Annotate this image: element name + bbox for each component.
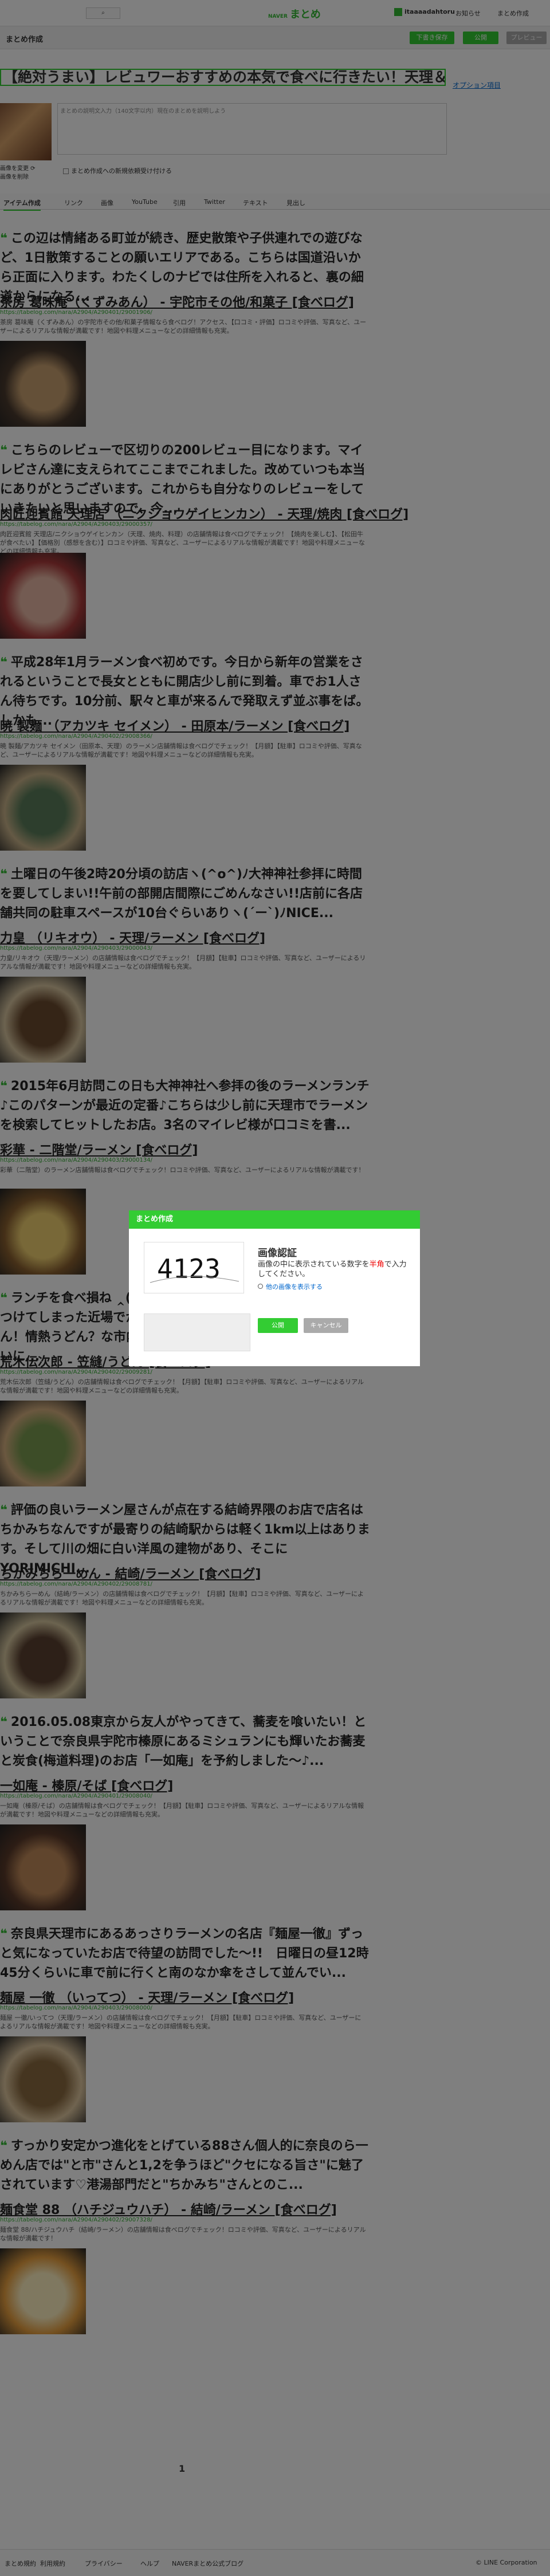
- captcha-drawing: 4123: [150, 1253, 239, 1284]
- half-width-emphasis: 半角: [369, 1260, 384, 1269]
- captcha-image: 4123: [144, 1242, 244, 1293]
- captcha-instruction: 画像の中に表示されている数字を半角で入力してください。: [258, 1260, 407, 1279]
- cancel-button[interactable]: キャンセル: [304, 1318, 348, 1333]
- captcha-label: 画像認証: [258, 1248, 297, 1259]
- refresh-icon: [258, 1284, 263, 1289]
- page: ⌕ NAVERまとめ itaaaadahtoru お知らせ まとめ作成 まとめ作…: [0, 0, 550, 2576]
- captcha-digits: 4123: [157, 1253, 221, 1284]
- other-image-link[interactable]: 他の画像を表示する: [258, 1282, 323, 1291]
- captcha-input[interactable]: [144, 1313, 250, 1351]
- submit-button[interactable]: 公開: [258, 1318, 298, 1333]
- dialog-title: まとめ作成: [129, 1210, 420, 1229]
- captcha-dialog: まとめ作成 4123 画像認証 画像の中に表示されている数字を半角で入力してくだ…: [129, 1210, 420, 1366]
